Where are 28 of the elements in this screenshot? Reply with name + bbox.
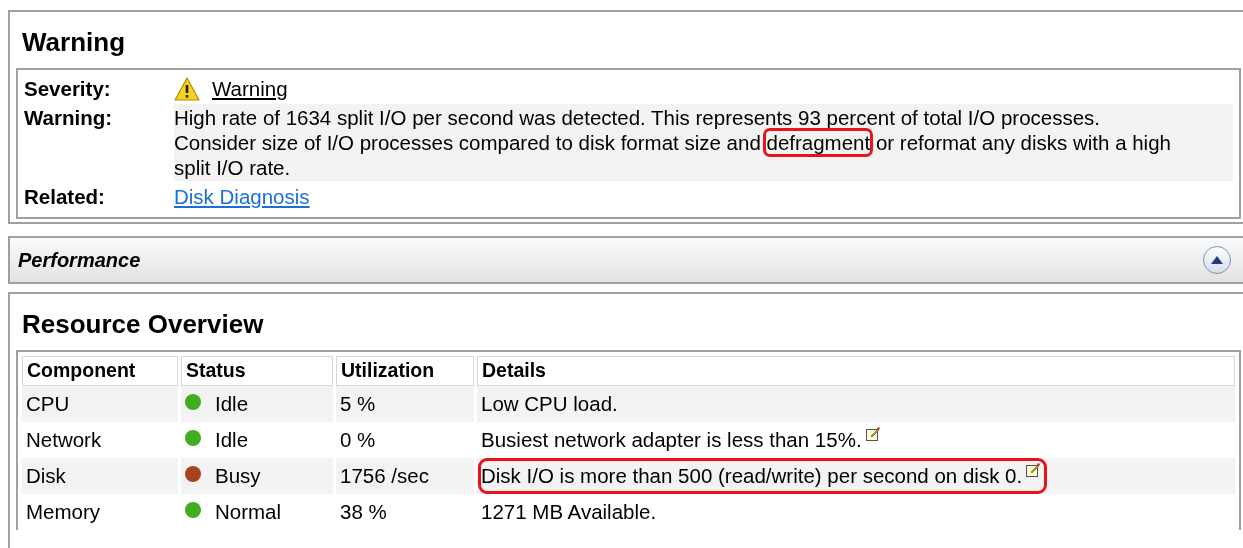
- caret-icon: [1211, 256, 1223, 264]
- table-cell: 1756 /sec: [336, 458, 474, 494]
- section-header: Performance: [18, 248, 141, 273]
- field-label: Severity:: [24, 75, 112, 102]
- related-link[interactable]: Disk Diagnosis: [174, 181, 310, 213]
- table-cell: CPU: [22, 386, 178, 422]
- table-cell-text: Idle: [215, 390, 249, 417]
- column-header: Utilization: [336, 356, 474, 386]
- table-cell-text: Low CPU load.: [481, 390, 618, 417]
- table-cell-text: Disk I/O is more than 500 (read/write) per second on disk 0.: [481, 462, 1023, 489]
- panel-title: Resource Overview: [21, 308, 265, 341]
- field-label: Warning:: [24, 105, 114, 131]
- panel-title: Warning: [21, 26, 127, 59]
- column-header: Details: [477, 356, 1235, 386]
- severity-value[interactable]: Warning: [212, 73, 288, 105]
- warning-icon: [174, 77, 200, 101]
- table-cell-text: Busy: [215, 462, 261, 489]
- table-cell: Disk: [22, 458, 178, 494]
- table-cell: 5 %: [336, 386, 474, 422]
- warning-message: High rate of 1634 split I/O per second was detected. This represents 93 percent of total I/O processes. Consider size of I/O processes compared to disk format size and defragment or reformat any disks with a high split I/O rate.: [174, 104, 1233, 181]
- collapse-button[interactable]: [1203, 246, 1231, 274]
- column-header: Status: [181, 356, 333, 386]
- column-header: Component: [22, 356, 178, 386]
- table-cell-text: 1271 MB Available.: [481, 498, 657, 525]
- field-label: Related:: [24, 183, 106, 210]
- table-cell-text: Normal: [215, 498, 282, 525]
- table-cell-text: Busiest network adapter is less than 15%.: [481, 426, 862, 453]
- table-cell-text: Idle: [215, 426, 249, 453]
